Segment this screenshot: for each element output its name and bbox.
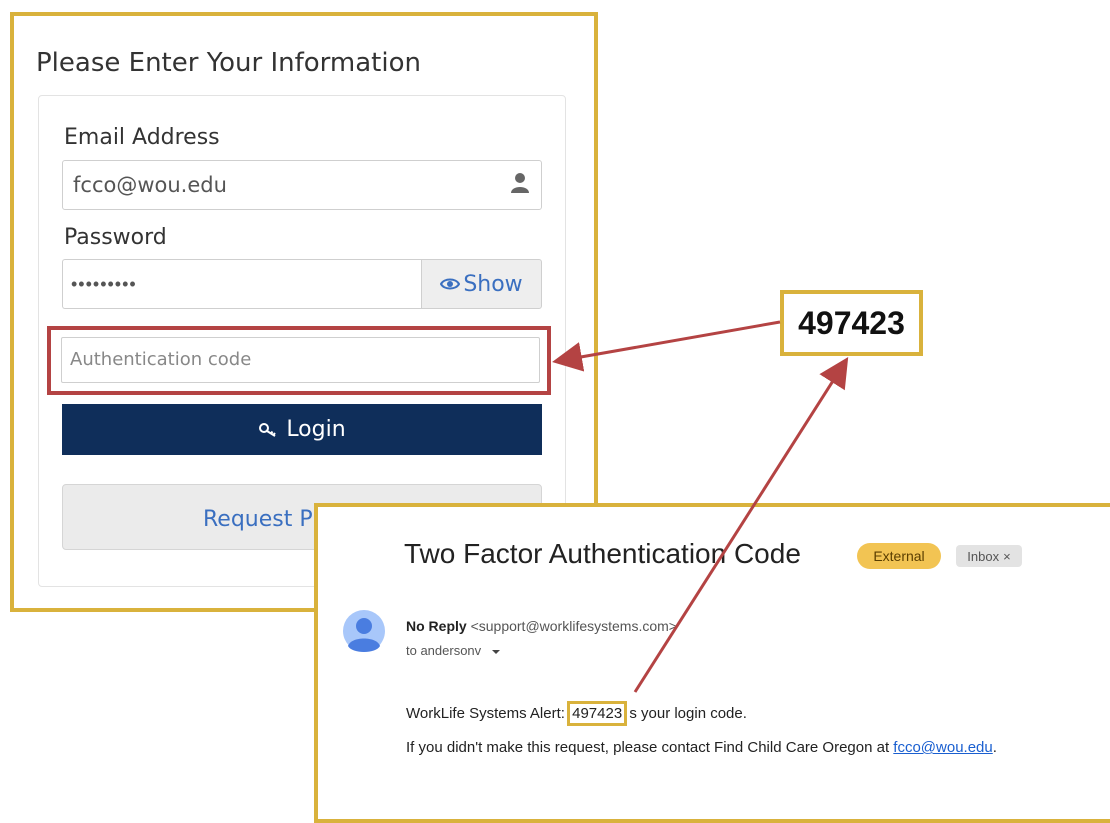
login-button-label: Login bbox=[286, 417, 346, 442]
login-title: Please Enter Your Information bbox=[36, 48, 421, 78]
email-label: Email Address bbox=[64, 125, 220, 150]
sender-name: No Reply bbox=[406, 618, 467, 634]
code-callout: 497423 bbox=[780, 290, 923, 356]
alert-suffix: s your login code. bbox=[625, 705, 747, 722]
inbox-label: Inbox bbox=[967, 548, 1000, 564]
auth-code-highlight bbox=[47, 326, 551, 395]
request-button-label: Request P bbox=[203, 507, 313, 532]
alert-prefix: WorkLife Systems Alert: bbox=[406, 705, 570, 722]
eye-icon bbox=[440, 278, 461, 290]
avatar-icon bbox=[343, 610, 385, 652]
email-subject: Two Factor Authentication Code bbox=[404, 538, 801, 569]
contact-email-link[interactable]: fcco@wou.edu bbox=[893, 739, 992, 756]
recipient-label: to andersonv bbox=[406, 643, 482, 658]
password-label: Password bbox=[64, 225, 167, 250]
sender-address: <support@worklifesystems.com> bbox=[470, 618, 677, 634]
alert-line: WorkLife Systems Alert: 497423 s your lo… bbox=[406, 701, 747, 726]
password-field[interactable]: ••••••••• bbox=[62, 259, 422, 309]
close-icon[interactable]: × bbox=[1003, 549, 1011, 564]
code-highlight: 497423 bbox=[567, 701, 628, 726]
user-icon bbox=[511, 173, 529, 193]
contact-line: If you didn't make this request, please … bbox=[406, 739, 997, 756]
key-icon bbox=[259, 422, 277, 437]
show-button-label: Show bbox=[463, 271, 523, 297]
chevron-down-icon[interactable] bbox=[491, 649, 501, 655]
inbox-label-badge[interactable]: Inbox × bbox=[956, 545, 1022, 567]
recipient-line[interactable]: to andersonv bbox=[406, 643, 501, 658]
show-password-button[interactable]: Show bbox=[421, 259, 542, 309]
contact-end: . bbox=[992, 739, 997, 756]
login-button[interactable]: Login bbox=[62, 404, 542, 455]
sender-line: No Reply <support@worklifesystems.com> bbox=[406, 618, 677, 634]
email-field[interactable]: fcco@wou.edu bbox=[62, 160, 542, 210]
external-badge: External bbox=[857, 543, 941, 569]
contact-text: If you didn't make this request, please … bbox=[406, 739, 894, 756]
